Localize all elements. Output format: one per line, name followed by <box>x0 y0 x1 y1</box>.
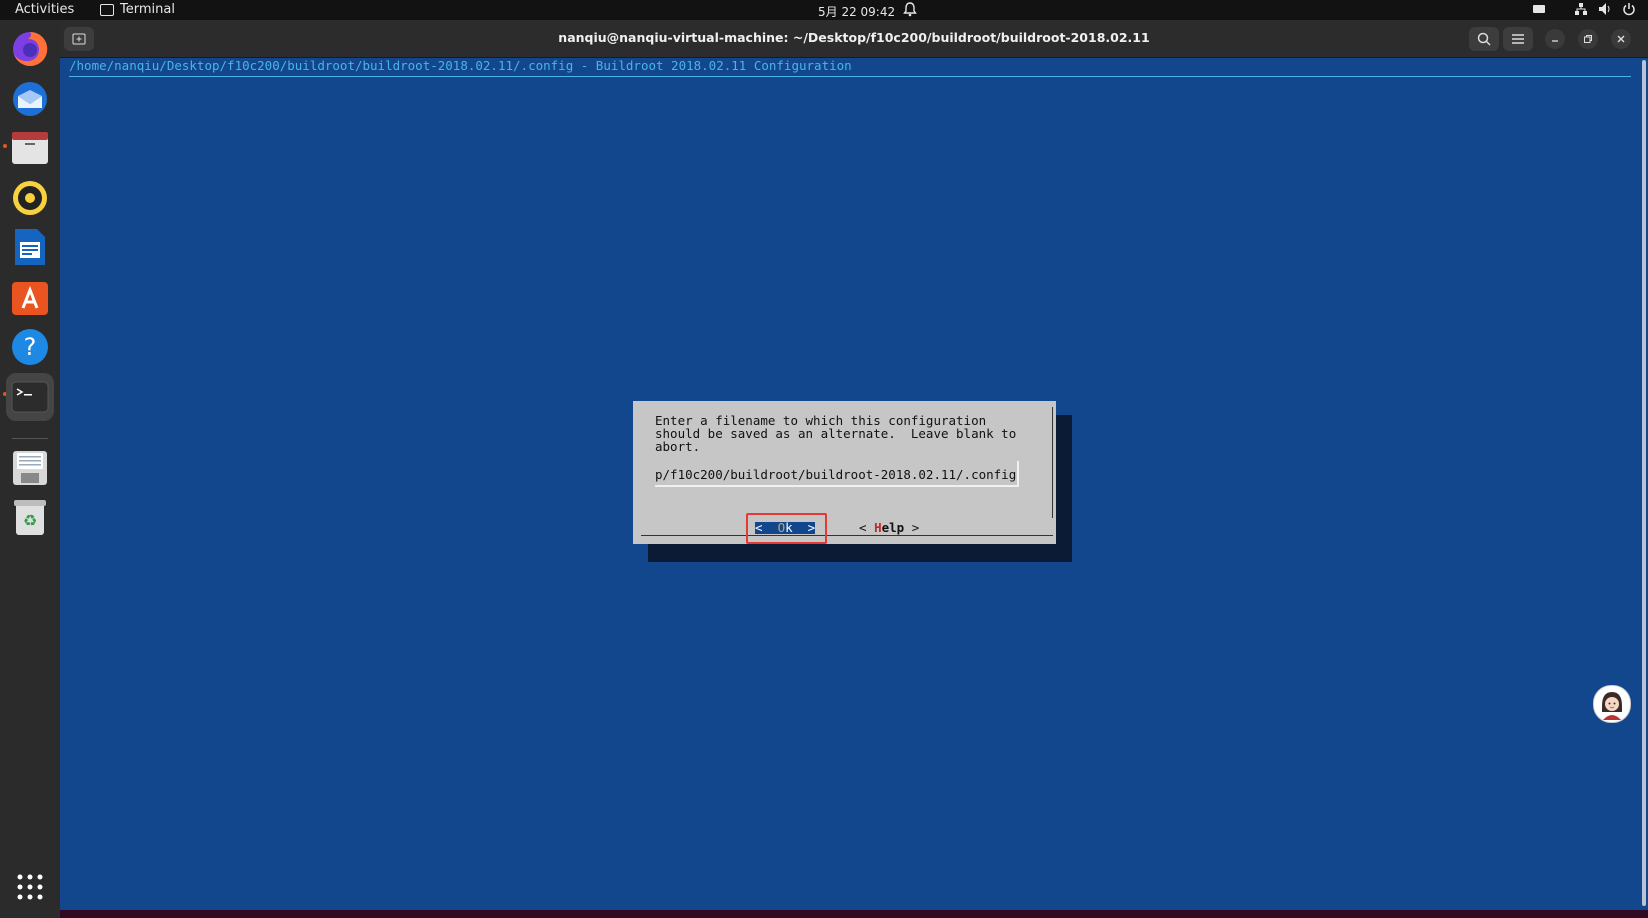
terminal-app-icon <box>100 3 114 16</box>
window-title: nanqiu@nanqiu-virtual-machine: ~/Desktop… <box>558 30 1150 45</box>
terminal-bottom-strip <box>60 910 1648 918</box>
dialog-prompt: Enter a filename to which this configura… <box>655 413 1017 454</box>
hamburger-menu-icon <box>1512 34 1524 44</box>
show-apps-grid-icon[interactable] <box>9 866 51 908</box>
help-hotkey: H <box>874 520 882 535</box>
rhythmbox-icon[interactable] <box>9 177 51 219</box>
svg-text:?: ? <box>24 333 37 361</box>
restore-icon <box>1584 35 1592 43</box>
header-divider <box>69 76 1631 77</box>
app-center-icon[interactable] <box>9 276 51 318</box>
save-disk-icon[interactable] <box>9 447 51 489</box>
window-header: nanqiu@nanqiu-virtual-machine: ~/Desktop… <box>60 20 1648 58</box>
search-icon <box>1477 32 1491 46</box>
ok-highlight-frame <box>746 513 827 544</box>
app-menu-label: Terminal <box>120 2 175 17</box>
minimize-button[interactable] <box>1545 29 1565 49</box>
config-header: /home/nanqiu/Desktop/f10c200/buildroot/b… <box>69 58 852 73</box>
firefox-icon[interactable] <box>9 28 51 70</box>
help-bracket-open: < <box>859 520 875 535</box>
help-label: elp <box>881 520 905 535</box>
menu-button[interactable] <box>1503 27 1533 51</box>
running-indicator <box>3 144 7 148</box>
clock[interactable]: 5月 22 09:42 <box>818 3 895 20</box>
filename-input-value: p/f10c200/buildroot/buildroot-2018.02.11… <box>655 467 1017 482</box>
restore-button[interactable] <box>1578 29 1598 49</box>
volume-icon <box>1599 3 1610 15</box>
thunderbird-icon[interactable] <box>9 78 51 120</box>
network-icon <box>1575 3 1587 15</box>
minimize-icon <box>1552 40 1558 42</box>
dialog-right-border <box>1052 407 1053 518</box>
keyboard-icon <box>1533 5 1545 13</box>
terminal-scrollbar[interactable] <box>1640 58 1648 910</box>
close-icon <box>1617 35 1625 43</box>
power-icon <box>1623 3 1635 16</box>
terminal-window: nanqiu@nanqiu-virtual-machine: ~/Desktop… <box>60 20 1648 918</box>
bell-icon <box>903 2 917 17</box>
system-tray[interactable] <box>1532 2 1636 16</box>
search-button[interactable] <box>1469 27 1499 51</box>
help-icon[interactable]: ? <box>9 326 51 368</box>
writer-icon[interactable] <box>9 226 51 268</box>
save-config-dialog: Enter a filename to which this configura… <box>633 401 1056 544</box>
terminal-icon[interactable] <box>6 373 54 421</box>
dock-separator <box>12 438 48 439</box>
filename-input[interactable]: p/f10c200/buildroot/buildroot-2018.02.11… <box>655 461 1019 487</box>
help-button[interactable]: < Help > <box>859 521 919 534</box>
svg-text:♻: ♻ <box>23 511 37 530</box>
scrollbar-thumb[interactable] <box>1642 60 1646 906</box>
files-icon[interactable] <box>9 127 51 169</box>
dock: ? ♻ <box>0 20 60 918</box>
help-bracket-close: > <box>904 520 920 535</box>
assistant-avatar-icon[interactable] <box>1593 685 1631 723</box>
activities-button[interactable]: Activities <box>15 2 74 17</box>
close-button[interactable] <box>1611 29 1631 49</box>
top-bar: Activities Terminal 5月 22 09:42 <box>0 0 1648 20</box>
terminal-content[interactable]: /home/nanqiu/Desktop/f10c200/buildroot/b… <box>60 58 1640 910</box>
trash-icon[interactable]: ♻ <box>9 496 51 538</box>
app-menu[interactable]: Terminal <box>100 2 175 17</box>
dialog-bottom-border <box>641 535 1053 536</box>
